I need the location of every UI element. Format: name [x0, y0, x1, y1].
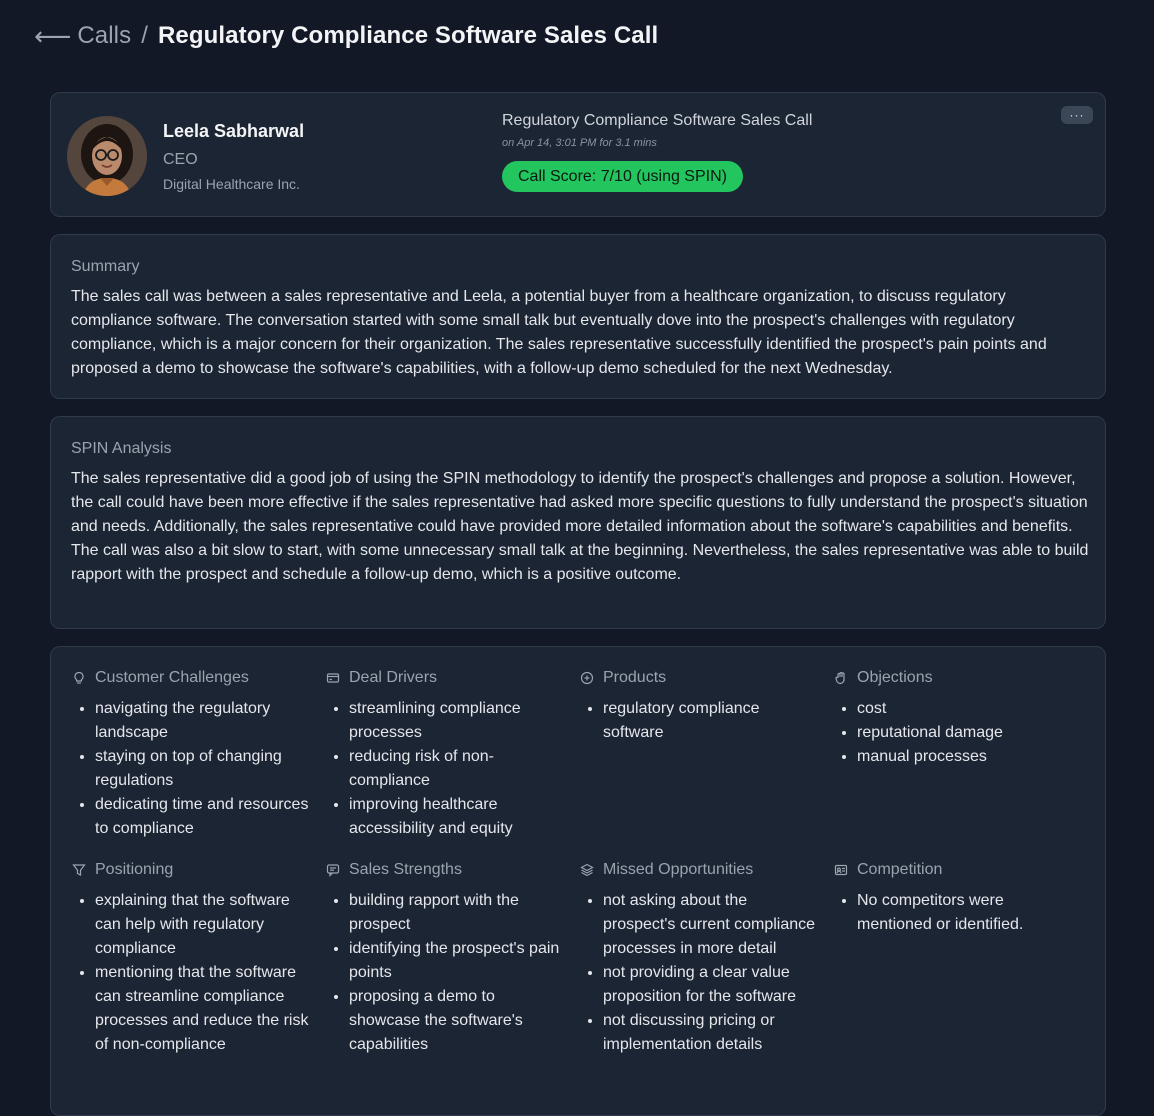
- summary-heading: Summary: [71, 258, 140, 275]
- call-info: Regulatory Compliance Software Sales Cal…: [502, 111, 812, 192]
- insight-positioning: Positioning explaining that the software…: [71, 859, 325, 1099]
- page-title: Regulatory Compliance Software Sales Cal…: [158, 22, 659, 49]
- insight-title: Missed Opportunities: [603, 861, 754, 878]
- list-item: regulatory compliance software: [603, 697, 821, 745]
- breadcrumb-separator: /: [141, 22, 148, 49]
- list-item: No competitors were mentioned or identif…: [857, 889, 1075, 937]
- hand-icon: [833, 670, 849, 686]
- spin-analysis-heading: SPIN Analysis: [71, 440, 172, 457]
- list-item: cost: [857, 697, 1075, 721]
- list-item: not asking about the prospect's current …: [603, 889, 821, 961]
- insight-title: Customer Challenges: [95, 669, 249, 686]
- insight-list: No competitors were mentioned or identif…: [833, 889, 1075, 937]
- insight-list: not asking about the prospect's current …: [579, 889, 821, 1057]
- insight-list: regulatory compliance software: [579, 697, 821, 745]
- plus-circle-icon: [579, 670, 595, 686]
- insight-list: cost reputational damage manual processe…: [833, 697, 1075, 769]
- list-item: reducing risk of non-compliance: [349, 745, 567, 793]
- list-item: staying on top of changing regulations: [95, 745, 313, 793]
- breadcrumb-calls-link[interactable]: Calls: [77, 20, 131, 52]
- list-item: reputational damage: [857, 721, 1075, 745]
- insight-list: explaining that the software can help wi…: [71, 889, 313, 1057]
- filter-icon: [71, 862, 87, 878]
- insight-products: Products regulatory compliance software: [579, 667, 833, 859]
- insight-title: Competition: [857, 861, 943, 878]
- credit-card-icon: [325, 670, 341, 686]
- list-item: identifying the prospect's pain points: [349, 937, 567, 985]
- list-item: building rapport with the prospect: [349, 889, 567, 937]
- list-item: not providing a clear value proposition …: [603, 961, 821, 1009]
- insight-list: building rapport with the prospect ident…: [325, 889, 567, 1057]
- avatar: [67, 116, 147, 196]
- insight-objections: Objections cost reputational damage manu…: [833, 667, 1087, 859]
- insight-title: Deal Drivers: [349, 669, 438, 686]
- insight-sales-strengths: Sales Strengths building rapport with th…: [325, 859, 579, 1099]
- id-card-icon: [833, 862, 849, 878]
- list-item: manual processes: [857, 745, 1075, 769]
- call-score-badge: Call Score: 7/10 (using SPIN): [502, 161, 743, 192]
- list-item: improving healthcare accessibility and e…: [349, 793, 567, 841]
- contact-title: CEO: [163, 151, 198, 168]
- list-item: mentioning that the software can streaml…: [95, 961, 313, 1057]
- insight-title: Positioning: [95, 861, 174, 878]
- insight-deal-drivers: Deal Drivers streamlining compliance pro…: [325, 667, 579, 859]
- contact-company: Digital Healthcare Inc.: [163, 176, 300, 192]
- insights-card: Customer Challenges navigating the regul…: [50, 646, 1106, 1116]
- insight-list: navigating the regulatory landscape stay…: [71, 697, 313, 841]
- layers-icon: [579, 862, 595, 878]
- insight-title: Objections: [857, 669, 933, 686]
- chat-icon: [325, 862, 341, 878]
- list-item: not discussing pricing or implementation…: [603, 1009, 821, 1057]
- insight-title: Products: [603, 669, 667, 686]
- contact-name: Leela Sabharwal: [163, 121, 305, 141]
- summary-text: The sales call was between a sales repre…: [71, 288, 1047, 377]
- list-item: proposing a demo to showcase the softwar…: [349, 985, 567, 1057]
- list-item: dedicating time and resources to complia…: [95, 793, 313, 841]
- insight-list: streamlining compliance processes reduci…: [325, 697, 567, 841]
- spin-analysis-text: The sales representative did a good job …: [71, 470, 1089, 583]
- spin-analysis-card: SPIN Analysis The sales representative d…: [50, 416, 1106, 629]
- insights-grid: Customer Challenges navigating the regul…: [71, 667, 1087, 1099]
- insight-customer-challenges: Customer Challenges navigating the regul…: [71, 667, 325, 859]
- insight-missed-opportunities: Missed Opportunities not asking about th…: [579, 859, 833, 1099]
- breadcrumb: ⟵ Calls / Regulatory Compliance Software…: [34, 20, 658, 52]
- lightbulb-icon: [71, 670, 87, 686]
- call-title: Regulatory Compliance Software Sales Cal…: [502, 112, 813, 129]
- insight-competition: Competition No competitors were mentione…: [833, 859, 1087, 1099]
- more-options-button[interactable]: ···: [1061, 106, 1093, 124]
- list-item: streamlining compliance processes: [349, 697, 567, 745]
- summary-card: Summary The sales call was between a sal…: [50, 234, 1106, 399]
- call-meta: on Apr 14, 3:01 PM for 3.1 mins: [502, 137, 657, 149]
- list-item: explaining that the software can help wi…: [95, 889, 313, 961]
- list-item: navigating the regulatory landscape: [95, 697, 313, 745]
- contact-info: Leela Sabharwal CEO Digital Healthcare I…: [163, 119, 304, 193]
- arrow-left-icon[interactable]: ⟵: [34, 20, 71, 52]
- insight-title: Sales Strengths: [349, 861, 462, 878]
- call-header-card: Leela Sabharwal CEO Digital Healthcare I…: [50, 92, 1106, 217]
